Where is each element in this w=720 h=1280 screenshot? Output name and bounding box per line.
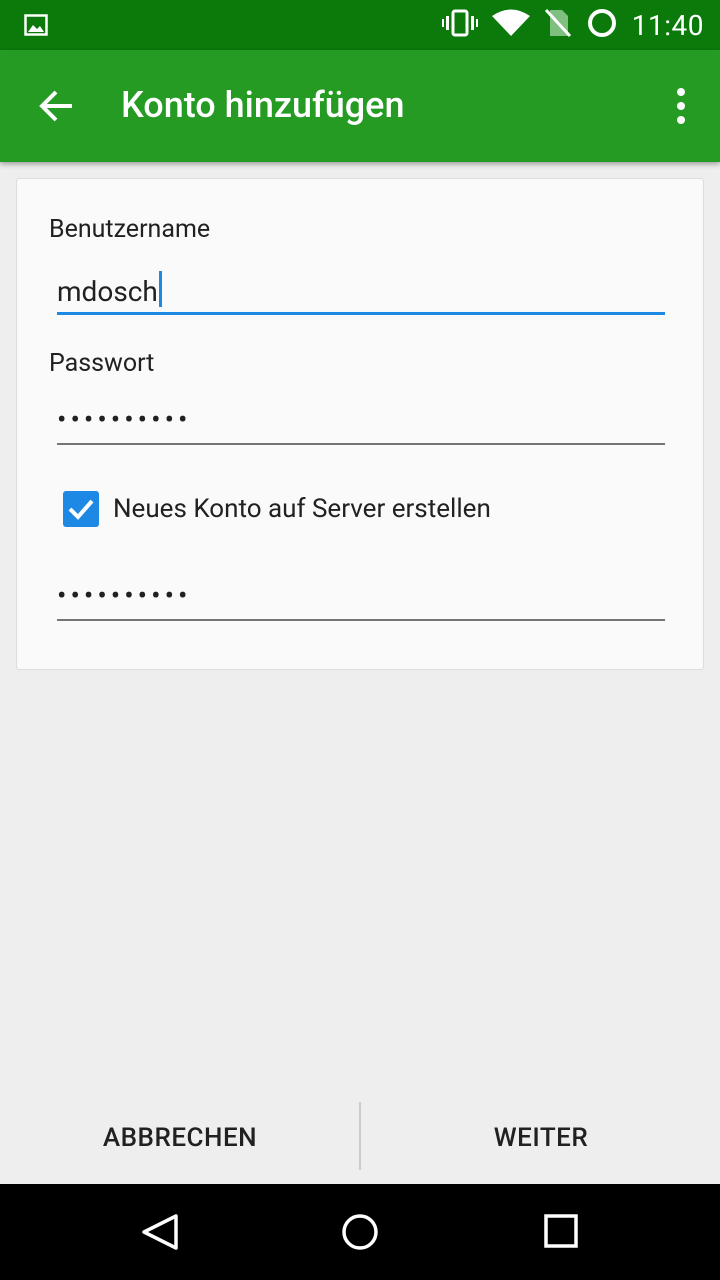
checkbox-label: Neues Konto auf Server erstellen xyxy=(113,494,491,524)
account-form-card: Benutzername mdosch Passwort •••••••••• … xyxy=(16,178,704,670)
password-label: Passwort xyxy=(49,349,155,378)
no-sim-icon xyxy=(544,8,572,42)
text-cursor xyxy=(158,271,162,307)
password-field[interactable]: •••••••••• xyxy=(57,385,665,445)
clock: 11:40 xyxy=(631,8,704,42)
username-underline xyxy=(57,312,665,315)
back-triangle-icon[interactable] xyxy=(140,1212,180,1256)
battery-ring-icon xyxy=(586,7,618,43)
more-vert-icon[interactable] xyxy=(676,88,686,128)
confirm-password-field[interactable]: •••••••••• xyxy=(57,561,665,621)
checkbox[interactable] xyxy=(63,491,99,527)
username-field[interactable]: mdosch xyxy=(57,255,665,315)
check-icon xyxy=(68,499,94,520)
username-value: mdosch xyxy=(57,275,158,308)
vibrate-icon xyxy=(441,9,478,41)
password-underline xyxy=(57,443,665,445)
next-button[interactable]: WEITER xyxy=(361,1092,720,1184)
confirm-password-value: •••••••••• xyxy=(57,579,192,612)
wifi-icon xyxy=(491,9,530,41)
create-account-checkbox-row[interactable]: Neues Konto auf Server erstellen xyxy=(63,491,491,527)
cancel-button[interactable]: ABBRECHEN xyxy=(0,1092,360,1184)
image-icon xyxy=(24,14,48,40)
bottom-button-bar: ABBRECHEN WEITER xyxy=(0,1092,720,1184)
arrow-back-icon[interactable] xyxy=(38,90,74,126)
username-label: Benutzername xyxy=(49,215,211,244)
page-title: Konto hinzufügen xyxy=(121,84,405,126)
home-circle-icon[interactable] xyxy=(340,1212,380,1256)
status-bar: 11:40 xyxy=(0,0,720,50)
app-bar: Konto hinzufügen xyxy=(0,50,720,162)
navigation-bar xyxy=(0,1184,720,1280)
confirm-password-underline xyxy=(57,619,665,621)
recents-square-icon[interactable] xyxy=(542,1212,582,1256)
password-value: •••••••••• xyxy=(57,403,192,436)
